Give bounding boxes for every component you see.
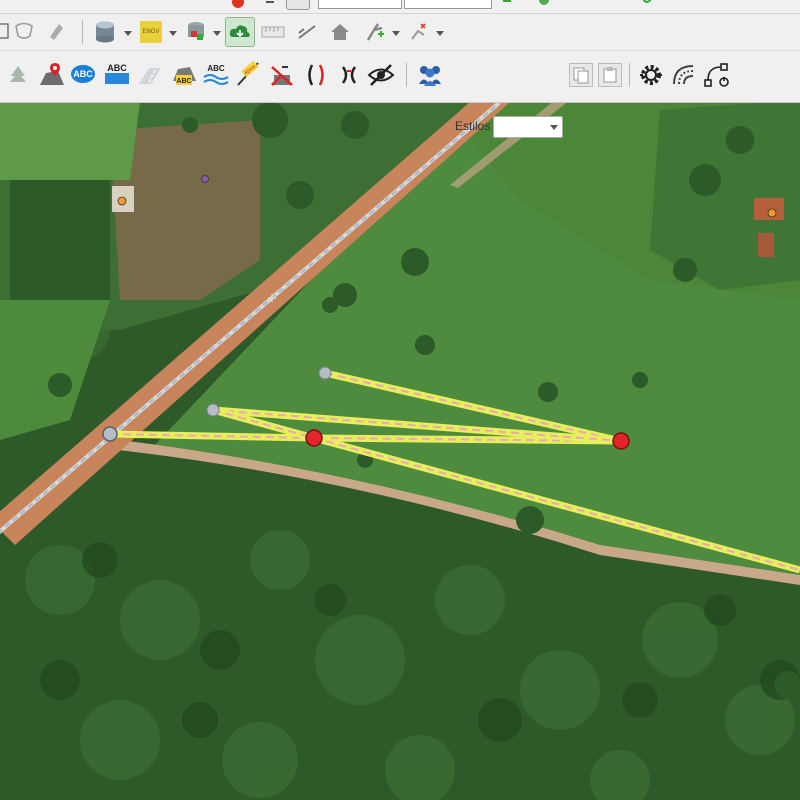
vertex-red-center[interactable] [305, 429, 323, 447]
toolbar-area: ENGV ABC ABC ABC ABC Aprox. Estilos [0, 0, 800, 138]
field-left [0, 102, 140, 180]
dropdown-icon[interactable] [286, 0, 310, 10]
raster-cube-icon[interactable] [184, 19, 208, 45]
tree-icon[interactable] [6, 63, 30, 87]
bracket-alt-icon[interactable] [336, 61, 362, 89]
arrow-right-icon[interactable] [500, 0, 514, 8]
toolbar-row-edit: ENGV [0, 14, 800, 51]
vertex-gray-top[interactable] [318, 366, 332, 380]
digitize-icon[interactable] [360, 19, 388, 45]
no-label-icon[interactable] [268, 61, 296, 89]
svg-text:ABC: ABC [107, 63, 127, 73]
scale-field[interactable] [404, 0, 492, 9]
estilos-label: Estilos [455, 119, 491, 133]
check-icon[interactable] [600, 0, 614, 8]
engv-plugin-icon[interactable]: ENGV [140, 21, 162, 43]
tree-plot [10, 180, 110, 300]
label-move-icon[interactable]: ABC [103, 61, 131, 87]
database-icon[interactable] [92, 19, 118, 45]
hide-icon[interactable] [366, 61, 396, 89]
label-layer-icon[interactable]: ABC [170, 59, 198, 87]
vertex-gray-mid[interactable] [206, 403, 220, 417]
label-abc-icon[interactable]: ABC [70, 63, 96, 85]
settings-gear-icon[interactable] [637, 61, 665, 89]
toolbar-row-labels: ABC ABC ABC ABC Aprox. Estilos [0, 51, 800, 138]
curve-tool-icon[interactable] [670, 61, 698, 89]
east-farm [650, 102, 800, 290]
users-icon[interactable] [415, 61, 445, 89]
vertex-red-right[interactable] [612, 432, 630, 450]
label-wave-icon[interactable]: ABC [202, 61, 230, 87]
svg-text:Aprox.: Aprox. [243, 63, 258, 77]
purple-point[interactable] [201, 175, 209, 183]
ruler-icon[interactable] [260, 21, 286, 43]
reshape-icon[interactable] [12, 19, 36, 43]
highway-icon[interactable] [136, 63, 164, 87]
paste-style-icon[interactable] [598, 63, 622, 87]
select-polygon-icon[interactable] [0, 20, 10, 42]
map-view[interactable] [0, 102, 800, 800]
home-icon[interactable] [326, 19, 354, 45]
chevron-down-icon [550, 125, 558, 130]
coordinate-field[interactable] [318, 0, 402, 9]
split-icon[interactable] [294, 20, 320, 44]
bracket-icon[interactable] [303, 61, 329, 89]
redo-icon[interactable] [640, 0, 654, 8]
label-rotate-icon[interactable]: Aprox. [234, 59, 262, 89]
orange-point[interactable] [117, 196, 127, 206]
roof-building [754, 198, 784, 220]
vertex-tool-icon[interactable] [404, 19, 432, 45]
copy-style-icon[interactable] [569, 63, 593, 87]
record-icon[interactable] [230, 0, 246, 10]
node-tool-icon[interactable] [702, 61, 732, 89]
svg-text:ABC: ABC [176, 78, 191, 85]
toolbar-row-top [0, 0, 800, 14]
roof-shed [758, 233, 774, 257]
svg-text:ABC: ABC [207, 64, 225, 73]
cloud-download-icon[interactable] [225, 17, 255, 47]
zoom-icon[interactable] [536, 0, 552, 10]
estilos-select[interactable] [493, 116, 563, 138]
place-marker-icon[interactable] [38, 61, 66, 89]
orange-point[interactable] [767, 208, 777, 218]
paint-icon[interactable] [44, 19, 68, 43]
vertex-gray-left[interactable] [102, 426, 118, 442]
map-canvas[interactable] [0, 102, 800, 800]
svg-text:ABC: ABC [73, 69, 93, 79]
engv-text: ENGV [142, 29, 160, 35]
undo-icon[interactable] [262, 0, 278, 10]
